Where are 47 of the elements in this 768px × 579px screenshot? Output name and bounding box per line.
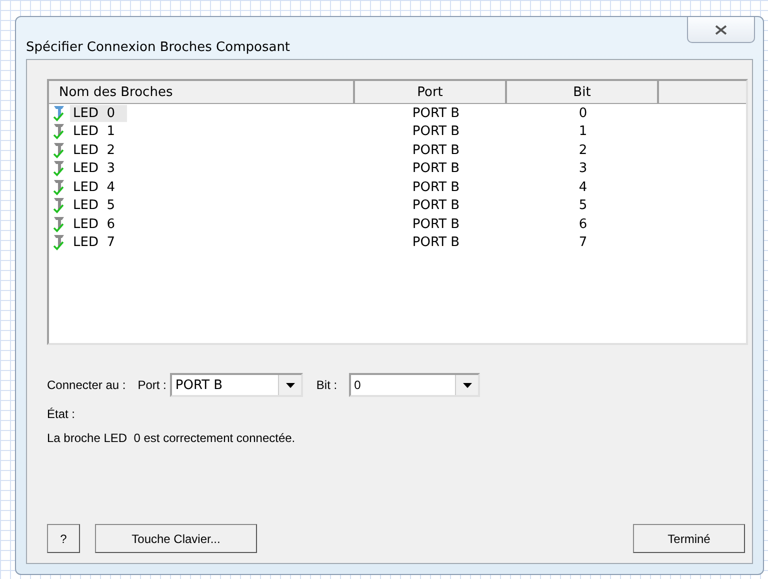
port-cell-text: PORT B — [411, 106, 461, 121]
connect-label: Connecter au : — [47, 378, 126, 392]
port-cell-text: PORT B — [411, 198, 461, 214]
status-label: État : — [47, 407, 76, 421]
bit-cell-text: 6 — [578, 216, 588, 232]
port-cell-text: PORT B — [411, 161, 461, 176]
bit-dropdown[interactable]: 0 — [349, 373, 480, 397]
pin-name[interactable]: LED 5 — [70, 197, 128, 214]
bit-cell-text: 3 — [578, 161, 588, 176]
dropdown-arrow-icon — [286, 382, 295, 388]
close-button[interactable] — [687, 17, 755, 43]
bit-cell-text: 4 — [578, 180, 588, 195]
pin-check-icon — [53, 160, 67, 178]
pin-name[interactable]: LED 1 — [70, 123, 128, 140]
bit-cell-text: 1 — [578, 124, 588, 140]
pin-check-icon — [53, 216, 67, 233]
bit-cell-text: 0 — [578, 106, 588, 121]
pin-name[interactable]: LED 3 — [70, 160, 128, 178]
dropdown-arrow-icon — [462, 382, 472, 388]
pin-check-icon — [53, 142, 67, 159]
pin-check-icon — [53, 178, 67, 196]
bit-cell-text: 2 — [578, 142, 588, 158]
pin-check-icon — [53, 197, 67, 214]
bit-label: Bit : — [316, 378, 338, 392]
port-cell-text: PORT B — [411, 142, 461, 158]
pin-name[interactable]: LED 4 — [70, 178, 128, 196]
bit-cell-text: 5 — [578, 198, 588, 214]
pin-name[interactable]: LED 7 — [70, 234, 128, 252]
port-label: Port : — [138, 378, 166, 392]
close-icon — [715, 24, 727, 34]
pin-check-icon — [53, 123, 67, 140]
port-cell-text: PORT B — [411, 180, 461, 195]
port-cell-text: PORT B — [411, 124, 461, 140]
pin-name[interactable]: LED 2 — [70, 142, 128, 159]
done-button[interactable]: Terminé — [633, 524, 745, 553]
pin-name[interactable]: LED 0 — [70, 104, 128, 122]
status-message: La broche LED 0 est correctement connectée. — [47, 431, 296, 445]
port-cell-text: PORT B — [411, 235, 461, 250]
pin-check-icon — [53, 234, 67, 252]
port-dropdown[interactable]: PORT B — [170, 373, 304, 397]
bit-cell-text: 7 — [578, 235, 588, 250]
help-button[interactable]: ? — [47, 524, 80, 553]
port-cell-text: PORT B — [411, 216, 461, 232]
pin-name[interactable]: LED 6 — [70, 216, 128, 233]
pin-check-icon — [53, 104, 67, 122]
window-title: Spécifier Connexion Broches Composant — [26, 40, 290, 55]
keyboard-button[interactable]: Touche Clavier... — [95, 524, 257, 553]
